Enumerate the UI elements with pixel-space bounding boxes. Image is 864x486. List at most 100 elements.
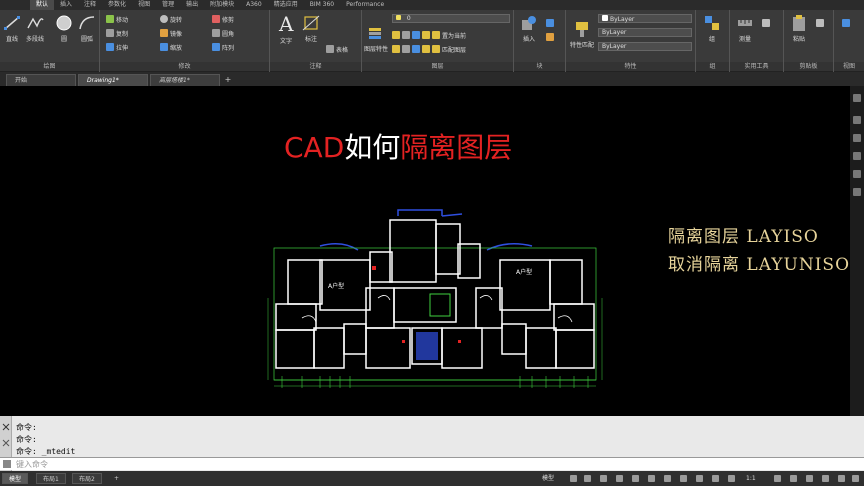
linetype-dropdown[interactable]: ByLayer: [598, 28, 692, 37]
polar-icon[interactable]: [616, 475, 623, 482]
set-current-icon[interactable]: [432, 31, 440, 39]
pan-icon[interactable]: [853, 134, 861, 142]
doctab-drawing1[interactable]: Drawing1*: [78, 74, 148, 86]
tab-a360[interactable]: A360: [240, 0, 268, 10]
copy-label: 复制: [116, 30, 129, 38]
insert-block-button[interactable]: 插入: [520, 14, 538, 43]
note-layiso: 隔离图层 LAYISO: [668, 227, 819, 247]
match-layer-icon[interactable]: [432, 45, 440, 53]
layer-properties-button[interactable]: 图层特性: [364, 24, 388, 53]
set-current-label[interactable]: 置为当前: [442, 31, 466, 40]
paste-button[interactable]: 粘贴: [790, 14, 808, 43]
layout-tab-layout1[interactable]: 布局1: [36, 473, 66, 484]
tab-bim360[interactable]: BIM 360: [304, 0, 340, 10]
layer-isolate-icon[interactable]: [402, 31, 410, 39]
hardware-acceleration-icon[interactable]: [822, 475, 829, 482]
layer-freeze-icon[interactable]: [412, 31, 420, 39]
trim-button[interactable]: 修剪: [212, 14, 234, 24]
layer-dropdown[interactable]: 0: [392, 14, 510, 23]
room-label-right: A户型: [516, 268, 532, 276]
match-layer-label[interactable]: 匹配图层: [442, 45, 466, 54]
snap-icon[interactable]: [584, 475, 591, 482]
dimension-button[interactable]: 标注: [302, 14, 320, 43]
annotation-visibility-icon[interactable]: [712, 475, 719, 482]
annotation-scale-icon[interactable]: [728, 475, 735, 482]
add-layout-button[interactable]: +: [108, 473, 125, 484]
tab-default[interactable]: 默认: [30, 0, 55, 10]
match-properties-button[interactable]: 特性匹配: [570, 20, 594, 49]
scale-button[interactable]: 缩放: [160, 42, 182, 52]
layout-tab-layout2[interactable]: 布局2: [72, 473, 102, 484]
layer-off-icon[interactable]: [392, 31, 400, 39]
edit-block-button[interactable]: [546, 32, 556, 42]
fillet-button[interactable]: 圆角: [212, 28, 234, 38]
arc-button[interactable]: 圆弧: [78, 14, 96, 43]
grid-icon[interactable]: [570, 475, 577, 482]
circle-button[interactable]: 圆: [55, 14, 73, 43]
move-button[interactable]: 移动: [106, 14, 128, 24]
fillet-icon: [212, 29, 220, 37]
otrack-icon[interactable]: [648, 475, 655, 482]
ortho-icon[interactable]: [600, 475, 607, 482]
osnap-icon[interactable]: [632, 475, 639, 482]
tab-featured-apps[interactable]: 精选应用: [268, 0, 304, 10]
isolate-objects-icon[interactable]: [806, 475, 813, 482]
polyline-button[interactable]: 多段线: [26, 14, 44, 43]
calculator-button[interactable]: [762, 18, 772, 28]
measure-button[interactable]: 测量: [736, 14, 754, 43]
doctab-start[interactable]: 开始: [6, 74, 76, 86]
line-button[interactable]: 直线: [3, 14, 21, 43]
layer-lock-icon[interactable]: [422, 31, 430, 39]
command-prompt-icon[interactable]: [3, 460, 11, 468]
steeringwheel-icon[interactable]: [853, 116, 861, 124]
doctab-highrise[interactable]: 高层塔楼1*: [150, 74, 220, 86]
annotation-scale-value[interactable]: 1:1: [740, 473, 762, 484]
selection-cycling-icon[interactable]: [696, 475, 703, 482]
layer-on-icon[interactable]: [392, 45, 400, 53]
model-space-toggle[interactable]: 模型: [536, 473, 560, 484]
tab-insert[interactable]: 插入: [54, 0, 78, 10]
tab-addins[interactable]: 附加模块: [204, 0, 240, 10]
orbit-icon[interactable]: [853, 170, 861, 178]
rotate-button[interactable]: 旋转: [160, 14, 182, 24]
copy-clip-button[interactable]: [816, 18, 826, 28]
viewcube-minimize-icon[interactable]: [853, 94, 861, 102]
array-button[interactable]: 阵列: [212, 42, 234, 52]
layer-thaw-icon[interactable]: [412, 45, 420, 53]
showmotion-icon[interactable]: [853, 188, 861, 196]
table-button[interactable]: 表格: [326, 44, 348, 54]
tab-view[interactable]: 视图: [132, 0, 156, 10]
lineweight-dropdown[interactable]: ByLayer: [598, 42, 692, 51]
tab-performance[interactable]: Performance: [340, 0, 390, 10]
lineweight-value: ByLayer: [602, 43, 627, 50]
create-block-button[interactable]: [546, 18, 556, 28]
tab-manage[interactable]: 管理: [156, 0, 180, 10]
command-input[interactable]: 键入命令: [0, 457, 864, 470]
transparency-icon[interactable]: [680, 475, 687, 482]
color-dropdown[interactable]: ByLayer: [598, 14, 692, 23]
edit-block-icon: [546, 33, 554, 41]
copy-button[interactable]: 复制: [106, 28, 128, 38]
text-button[interactable]: A 文字: [276, 12, 296, 45]
tab-annotate[interactable]: 注释: [78, 0, 102, 10]
lineweight-icon[interactable]: [664, 475, 671, 482]
layer-unlock-icon[interactable]: [422, 45, 430, 53]
panel-view: 视图: [834, 10, 864, 72]
tab-output[interactable]: 输出: [180, 0, 204, 10]
layer-unisolate-icon[interactable]: [402, 45, 410, 53]
measure-icon: [738, 20, 752, 26]
annotation-monitor-icon[interactable]: [790, 475, 797, 482]
view-button[interactable]: [842, 18, 852, 28]
stretch-button[interactable]: 拉伸: [106, 42, 128, 52]
layout-tab-model[interactable]: 模型: [2, 473, 29, 484]
workspace-gear-icon[interactable]: [774, 475, 781, 482]
customization-menu-icon[interactable]: [852, 475, 859, 482]
new-tab-button[interactable]: +: [222, 75, 234, 86]
group-button[interactable]: 组: [703, 14, 721, 43]
tab-parametric[interactable]: 参数化: [102, 0, 132, 10]
clean-screen-icon[interactable]: [838, 475, 845, 482]
panel-modify: 移动 复制 拉伸 旋转 镜像 缩放 修剪 圆角 阵列 修改: [100, 10, 270, 72]
zoom-extents-icon[interactable]: [853, 152, 861, 160]
dimension-icon: [302, 15, 320, 31]
mirror-button[interactable]: 镜像: [160, 28, 182, 38]
